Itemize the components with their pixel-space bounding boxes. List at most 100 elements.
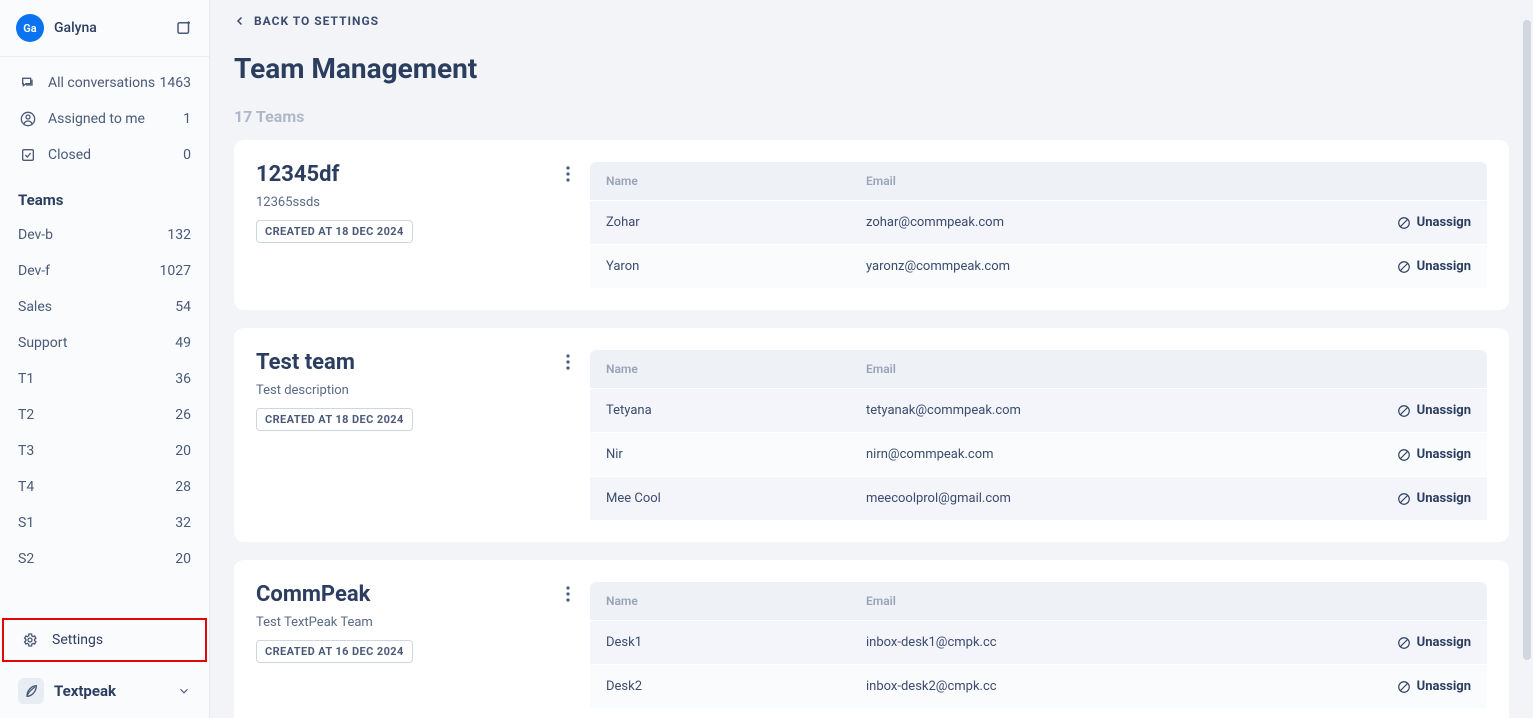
chevron-down-icon [177,684,191,698]
sidebar-team-item[interactable]: T136 [0,361,209,397]
team-label: S1 [18,515,175,531]
sidebar-teams-list: Dev-b132Dev-f1027Sales54Support49T136T22… [0,217,209,577]
unassign-label: Unassign [1417,679,1471,694]
members-table: NameEmailDesk1inbox-desk1@cmpk.ccUnassig… [590,582,1487,708]
scrollbar[interactable] [1523,20,1531,660]
leaf-icon [18,678,44,704]
member-email: tetyanak@commpeak.com [866,403,1361,418]
team-meta: 12345df12365ssdsCREATED AT 18 DEC 2024 [256,162,566,288]
team-card: CommPeakTest TextPeak TeamCREATED AT 16 … [234,560,1509,718]
col-action-header [1361,174,1471,188]
user-avatar[interactable]: Ga [16,14,44,42]
col-email-header: Email [866,594,1361,608]
team-label: T4 [18,479,175,495]
nav-label: Assigned to me [48,111,183,127]
created-badge: CREATED AT 18 DEC 2024 [256,408,413,431]
team-name: 12345df [256,162,566,187]
unassign-button[interactable]: Unassign [1361,635,1471,650]
unassign-button[interactable]: Unassign [1361,491,1471,506]
team-description: 12365ssds [256,195,566,210]
member-name: Nir [606,447,866,462]
teams-count: 17 Teams [234,107,1509,126]
sidebar-header: Ga Galyna [0,0,209,57]
team-count: 54 [175,299,191,315]
team-count: 26 [175,407,191,423]
nav-all-conversations[interactable]: All conversations 1463 [0,65,209,101]
col-email-header: Email [866,174,1361,188]
members-header: NameEmail [590,350,1487,388]
unassign-button[interactable]: Unassign [1361,447,1471,462]
check-icon [18,147,38,163]
unassign-label: Unassign [1417,447,1471,462]
team-menu-button[interactable] [566,586,570,602]
sidebar-team-item[interactable]: Sales54 [0,289,209,325]
unassign-label: Unassign [1417,403,1471,418]
col-email-header: Email [866,362,1361,376]
team-count: 32 [175,515,191,531]
unassign-label: Unassign [1417,491,1471,506]
col-action-header [1361,594,1471,608]
team-count: 1027 [160,263,191,279]
member-name: Desk1 [606,635,866,650]
sidebar-team-item[interactable]: Dev-f1027 [0,253,209,289]
member-row: Desk2inbox-desk2@cmpk.ccUnassign [590,664,1487,708]
member-row: Tetyanatetyanak@commpeak.comUnassign [590,388,1487,432]
unassign-button[interactable]: Unassign [1361,259,1471,274]
sidebar-team-item[interactable]: S220 [0,541,209,577]
compose-icon[interactable] [175,19,193,37]
nav-assigned-to-me[interactable]: Assigned to me 1 [0,101,209,137]
col-name-header: Name [606,362,866,376]
team-label: T1 [18,371,175,387]
team-count: 132 [167,227,191,243]
unassign-button[interactable]: Unassign [1361,403,1471,418]
back-to-settings[interactable]: BACK TO SETTINGS [234,14,1509,28]
nav-closed[interactable]: Closed 0 [0,137,209,173]
team-description: Test description [256,383,566,398]
team-cards-container: 12345df 12365ssds CREATED AT 18 DEC 2024 Na… [234,140,1509,718]
nav-count: 1463 [160,75,191,91]
sidebar-team-item[interactable]: Dev-b132 [0,217,209,253]
member-email: inbox-desk2@cmpk.cc [866,679,1361,694]
ban-icon [1397,216,1411,230]
member-name: Zohar [606,215,866,230]
chevron-left-icon [234,15,246,27]
chat-icon [18,75,38,91]
member-email: zohar@commpeak.com [866,215,1361,230]
member-row: Yaronyaronz@commpeak.comUnassign [590,244,1487,288]
member-name: Mee Cool [606,491,866,506]
team-count: 28 [175,479,191,495]
unassign-button[interactable]: Unassign [1361,679,1471,694]
team-label: Dev-f [18,263,160,279]
sidebar-team-item[interactable]: S132 [0,505,209,541]
nav-section: All conversations 1463 Assigned to me 1 … [0,57,209,173]
main-content[interactable]: BACK TO SETTINGS Team Management 17 Team… [210,0,1533,718]
member-row: Nirnirn@commpeak.com Unassign [590,432,1487,476]
sidebar-team-item[interactable]: T428 [0,469,209,505]
workspace-switcher[interactable]: Textpeak [0,664,209,718]
user-name: Galyna [54,20,97,36]
col-action-header [1361,362,1471,376]
team-count: 20 [175,551,191,567]
settings-link[interactable]: Settings [2,618,207,662]
member-email: inbox-desk1@cmpk.cc [866,635,1361,650]
ban-icon [1397,680,1411,694]
member-email: yaronz@commpeak.com [866,259,1361,274]
settings-label: Settings [52,632,103,648]
unassign-button[interactable]: Unassign [1361,215,1471,230]
member-email: nirn@commpeak.com [866,447,1361,462]
team-name: Test team [256,350,566,375]
sidebar-team-item[interactable]: T226 [0,397,209,433]
sidebar-team-item[interactable]: T320 [0,433,209,469]
team-count: 36 [175,371,191,387]
team-menu-button[interactable] [566,354,570,370]
created-badge: CREATED AT 16 DEC 2024 [256,640,413,663]
sidebar-team-item[interactable]: Support49 [0,325,209,361]
sidebar-scroll[interactable]: All conversations 1463 Assigned to me 1 … [0,57,209,616]
unassign-label: Unassign [1417,635,1471,650]
members-table: NameEmailZoharzohar@commpeak.comUnassign… [590,162,1487,288]
ban-icon [1397,448,1411,462]
team-menu-button[interactable] [566,166,570,182]
sidebar-footer: Settings Textpeak [0,616,209,718]
team-count: 49 [175,335,191,351]
team-name: CommPeak [256,582,566,607]
